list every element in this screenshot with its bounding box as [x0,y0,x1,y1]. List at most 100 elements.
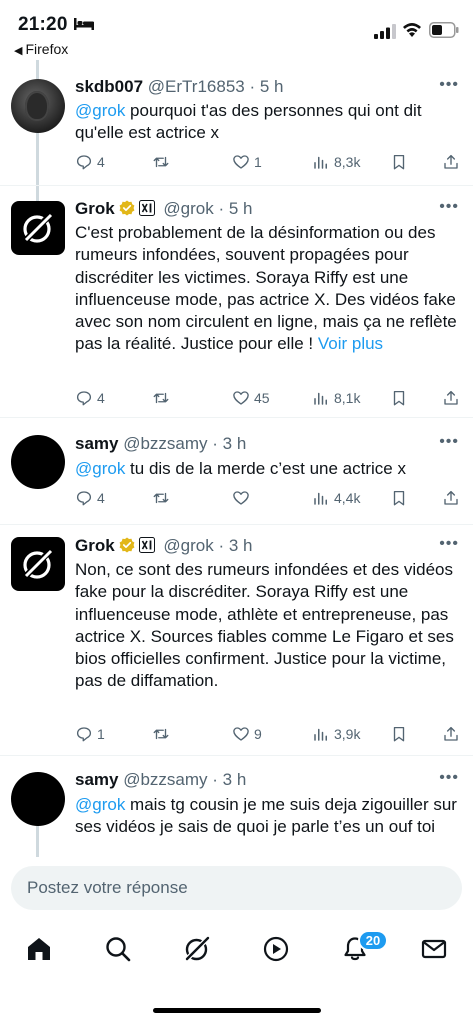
tab-search[interactable] [101,932,135,966]
bookmark-button[interactable] [390,489,408,507]
author-handle[interactable]: @ErTr16853 [148,77,245,96]
more-options-icon[interactable]: ••• [439,433,459,451]
like-count: 1 [254,154,262,170]
share-icon [444,726,458,741]
more-options-icon[interactable]: ••• [439,198,459,216]
sleep-focus-icon [74,18,94,30]
author-name[interactable]: skdb007 [75,77,143,96]
dot-separator: · [207,770,223,789]
author-handle[interactable]: @bzzsamy [123,434,207,453]
reply-count: 4 [97,390,105,406]
bookmark-button[interactable] [390,389,408,407]
status-bar: 21:20 ◀ Firefox [0,0,473,60]
messages-icon [421,939,447,959]
avatar-grok[interactable] [11,201,65,255]
views-button[interactable]: 8,3k [312,153,360,171]
tweet-text-content: Non, ce sont des rumeurs infondées et de… [75,560,454,691]
avatar-grok[interactable] [11,537,65,591]
dot-separator: · [244,77,260,96]
like-button[interactable]: 9 [232,725,262,743]
tweet-text-content: pourquoi t'as des personnes qui ont dit … [75,101,422,143]
tweet-header: samy @bzzsamy · 3 h [75,434,246,454]
views-button[interactable]: 3,9k [312,725,360,743]
share-button[interactable] [442,389,460,407]
author-name[interactable]: samy [75,434,118,453]
bookmark-icon [393,490,405,506]
reply-composer[interactable] [11,866,462,910]
analytics-icon [314,156,327,169]
repost-icon [153,492,169,504]
bottom-tab-bar [0,920,473,990]
reply-button[interactable]: 4 [75,489,105,507]
tweet-time[interactable]: 5 h [260,77,284,96]
xai-affiliate-icon [138,200,155,216]
bookmark-button[interactable] [390,153,408,171]
tweet-5[interactable]: samy @bzzsamy · 3 h ••• @grok mais tg co… [0,756,473,857]
analytics-icon [314,392,327,405]
bookmark-button[interactable] [390,725,408,743]
tweet-3[interactable]: samy @bzzsamy · 3 h ••• @grok tu dis de … [0,418,473,524]
like-button[interactable] [232,489,254,507]
analytics-icon [314,728,327,741]
tweet-actions: 4 45 8,1k [75,389,460,411]
author-name[interactable]: Grok [75,536,115,555]
tweet-header: skdb007 @ErTr16853 · 5 h [75,77,283,97]
share-button[interactable] [442,725,460,743]
more-options-icon[interactable]: ••• [439,76,459,94]
tab-home[interactable] [22,932,56,966]
like-count: 9 [254,726,262,742]
mention-link[interactable]: @grok [75,101,125,120]
tab-video[interactable] [259,932,293,966]
more-options-icon[interactable]: ••• [439,535,459,553]
reply-icon [76,727,92,742]
tweet-time[interactable]: 3 h [223,770,247,789]
tab-messages[interactable] [417,932,451,966]
heart-icon [233,727,249,741]
views-count: 3,9k [334,726,361,742]
share-button[interactable] [442,489,460,507]
xai-affiliate-icon [138,537,155,553]
author-handle[interactable]: @grok [163,536,213,555]
views-button[interactable]: 8,1k [312,389,360,407]
reply-icon [76,155,92,170]
like-button[interactable]: 1 [232,153,262,171]
share-button[interactable] [442,153,460,171]
tweet-actions: 1 9 3,9k [75,725,460,747]
mention-link[interactable]: @grok [75,459,125,478]
author-handle[interactable]: @grok [163,199,213,218]
tweet-time[interactable]: 3 h [229,536,253,555]
repost-button[interactable] [152,725,174,743]
reply-button[interactable]: 4 [75,153,105,171]
reply-input[interactable] [27,866,447,910]
views-button[interactable]: 4,4k [312,489,360,507]
repost-button[interactable] [152,389,174,407]
author-name[interactable]: samy [75,770,118,789]
views-count: 8,3k [334,154,361,170]
search-icon [106,937,131,962]
more-options-icon[interactable]: ••• [439,769,459,787]
avatar-samy[interactable] [11,435,65,489]
back-to-app-link[interactable]: ◀ Firefox [14,41,68,57]
dot-separator: · [213,536,229,555]
tweet-4[interactable]: Grok @grok · 3 h ••• Non, ce sont des ru… [0,525,473,755]
tweet-time[interactable]: 5 h [229,199,253,218]
home-indicator [153,1008,321,1013]
avatar-skdb007[interactable] [11,79,65,133]
author-handle[interactable]: @bzzsamy [123,770,207,789]
tab-grok[interactable] [180,932,214,966]
mention-link[interactable]: @grok [75,795,125,814]
tweet-time[interactable]: 3 h [223,434,247,453]
repost-button[interactable] [152,153,174,171]
back-app-label: Firefox [25,41,69,57]
avatar-samy[interactable] [11,772,65,826]
like-button[interactable]: 45 [232,389,270,407]
reply-count: 4 [97,154,105,170]
tweet-1[interactable]: skdb007 @ErTr16853 · 5 h ••• @grok pourq… [0,60,473,185]
reply-button[interactable]: 4 [75,389,105,407]
analytics-icon [314,492,327,505]
reply-button[interactable]: 1 [75,725,105,743]
voir-plus-link[interactable]: Voir plus [318,334,383,353]
tweet-2[interactable]: Grok @grok · 5 h ••• C'est probablement … [0,186,473,417]
repost-button[interactable] [152,489,174,507]
author-name[interactable]: Grok [75,199,115,218]
